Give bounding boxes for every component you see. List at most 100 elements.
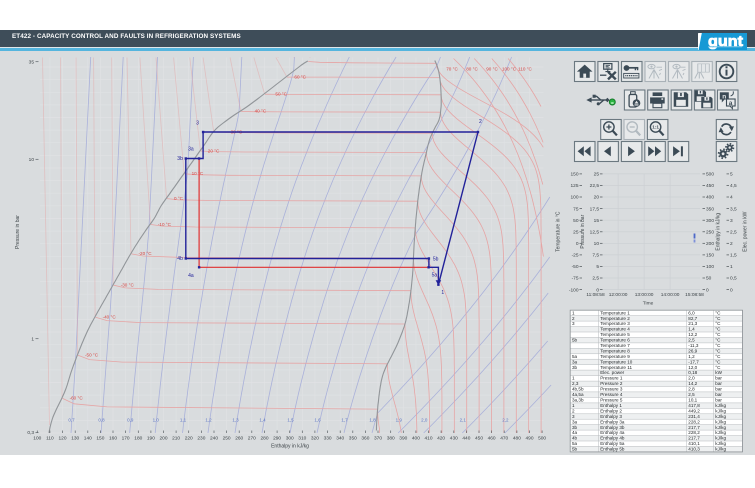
svg-text:2: 2 bbox=[572, 316, 575, 321]
svg-text:5: 5 bbox=[730, 172, 733, 178]
svg-text:kJ/kg: kJ/kg bbox=[715, 408, 726, 413]
svg-text:10,1: 10,1 bbox=[688, 398, 697, 403]
svg-text:2,8: 2,8 bbox=[688, 387, 695, 392]
svg-text:82,7: 82,7 bbox=[688, 316, 697, 321]
svg-text:3: 3 bbox=[730, 218, 733, 224]
svg-text:220: 220 bbox=[185, 436, 193, 442]
svg-text:1: 1 bbox=[572, 310, 575, 315]
svg-text:25: 25 bbox=[594, 172, 600, 178]
svg-text:0 °C: 0 °C bbox=[174, 196, 184, 201]
svg-text:Enthalpy in kJ/kg: Enthalpy in kJ/kg bbox=[271, 444, 309, 450]
svg-text:5a: 5a bbox=[572, 354, 578, 359]
svg-text:440: 440 bbox=[462, 436, 470, 442]
svg-text:n: n bbox=[722, 93, 726, 100]
svg-text:-40 °C: -40 °C bbox=[103, 315, 117, 320]
svg-text:12:00:00: 12:00:00 bbox=[609, 292, 628, 298]
svg-text:kJ/kg: kJ/kg bbox=[715, 403, 726, 408]
svg-text:°C: °C bbox=[715, 348, 721, 353]
svg-text:-25: -25 bbox=[572, 253, 579, 259]
svg-text:200: 200 bbox=[706, 241, 714, 247]
svg-text:4a: 4a bbox=[572, 430, 578, 435]
svg-text:gunt: gunt bbox=[708, 33, 743, 50]
svg-text:140: 140 bbox=[84, 436, 92, 442]
svg-text:Pressure 3: Pressure 3 bbox=[600, 387, 623, 392]
svg-text:-17,7: -17,7 bbox=[688, 359, 699, 364]
svg-text:15:08:58: 15:08:58 bbox=[685, 292, 704, 298]
svg-text:350: 350 bbox=[349, 436, 357, 442]
svg-text:-20 °C: -20 °C bbox=[139, 251, 153, 256]
svg-text:-30 °C: -30 °C bbox=[121, 283, 135, 288]
svg-text:4,5: 4,5 bbox=[730, 183, 737, 189]
svg-text:250: 250 bbox=[706, 229, 714, 235]
svg-text:Enthalpy 1: Enthalpy 1 bbox=[600, 403, 622, 408]
svg-text:410: 410 bbox=[424, 436, 432, 442]
svg-text:-60 °C: -60 °C bbox=[70, 396, 84, 401]
svg-text:Temperature 11: Temperature 11 bbox=[600, 365, 632, 370]
svg-text:Pressure in bar: Pressure in bar bbox=[15, 215, 21, 249]
svg-text:2,5: 2,5 bbox=[688, 392, 695, 397]
svg-text:430: 430 bbox=[450, 436, 458, 442]
svg-text:Elec. power in kW: Elec. power in kW bbox=[743, 211, 749, 251]
svg-text:17,5: 17,5 bbox=[590, 206, 600, 212]
svg-text:13:00:00: 13:00:00 bbox=[635, 292, 654, 298]
svg-text:260: 260 bbox=[235, 436, 243, 442]
svg-text:500: 500 bbox=[538, 436, 546, 442]
svg-text:-75: -75 bbox=[572, 276, 579, 282]
svg-text:1,9: 1,9 bbox=[396, 418, 403, 423]
svg-text:5a: 5a bbox=[432, 273, 438, 279]
svg-text:3a,3b: 3a,3b bbox=[572, 398, 584, 403]
svg-text:50: 50 bbox=[706, 276, 712, 282]
svg-text:Temperature 7: Temperature 7 bbox=[600, 343, 630, 348]
svg-text:Temperature 1: Temperature 1 bbox=[600, 310, 630, 315]
svg-text:Enthalpy 3b: Enthalpy 3b bbox=[600, 425, 625, 430]
svg-text:100: 100 bbox=[706, 264, 714, 270]
svg-text:5b: 5b bbox=[433, 256, 439, 262]
svg-text:1,4: 1,4 bbox=[259, 418, 266, 423]
svg-text:35: 35 bbox=[29, 59, 35, 65]
svg-text:°C: °C bbox=[715, 343, 721, 348]
svg-text:Enthalpy in kJ/kg: Enthalpy in kJ/kg bbox=[716, 213, 722, 251]
svg-text:°C: °C bbox=[715, 338, 721, 343]
svg-text:15: 15 bbox=[594, 218, 600, 224]
svg-text:2: 2 bbox=[479, 119, 482, 125]
svg-text:°C: °C bbox=[715, 332, 721, 337]
svg-text:1,8: 1,8 bbox=[369, 418, 376, 423]
svg-text:3: 3 bbox=[196, 121, 199, 127]
svg-text:449,2: 449,2 bbox=[688, 408, 700, 413]
svg-text:410,3: 410,3 bbox=[688, 447, 700, 452]
svg-text:-100: -100 bbox=[569, 287, 579, 293]
svg-text:Temperature 4: Temperature 4 bbox=[600, 327, 630, 332]
svg-text:100 °C: 100 °C bbox=[502, 67, 517, 72]
svg-text:470: 470 bbox=[500, 436, 508, 442]
svg-text:280: 280 bbox=[260, 436, 268, 442]
svg-text:110 °C: 110 °C bbox=[518, 67, 532, 72]
svg-text:4a: 4a bbox=[188, 273, 194, 279]
svg-text:bar: bar bbox=[715, 387, 722, 392]
svg-text:380: 380 bbox=[387, 436, 395, 442]
svg-text:12,2: 12,2 bbox=[688, 332, 697, 337]
svg-text:kJ/kg: kJ/kg bbox=[715, 447, 726, 452]
svg-text:190: 190 bbox=[147, 436, 155, 442]
svg-text:300: 300 bbox=[706, 218, 714, 224]
svg-text:Temperature 3: Temperature 3 bbox=[600, 321, 630, 326]
svg-text:20 °C: 20 °C bbox=[208, 148, 220, 153]
svg-text:Pressure 5: Pressure 5 bbox=[600, 398, 623, 403]
svg-text:2,5: 2,5 bbox=[688, 338, 695, 343]
svg-text:10: 10 bbox=[594, 241, 600, 247]
svg-text:Enthalpy 4a: Enthalpy 4a bbox=[600, 430, 625, 435]
svg-text:480: 480 bbox=[513, 436, 521, 442]
svg-text:°C: °C bbox=[715, 316, 721, 321]
svg-text:2,0: 2,0 bbox=[688, 376, 695, 381]
svg-text:125: 125 bbox=[570, 183, 578, 189]
svg-text:0,7: 0,7 bbox=[68, 418, 75, 423]
svg-text:460: 460 bbox=[488, 436, 496, 442]
svg-text:-50: -50 bbox=[572, 264, 579, 270]
svg-text:2,5: 2,5 bbox=[592, 276, 599, 282]
svg-text:0,18: 0,18 bbox=[688, 370, 697, 375]
svg-text:450: 450 bbox=[706, 183, 714, 189]
svg-text:2,1: 2,1 bbox=[460, 418, 467, 423]
svg-text:1,7: 1,7 bbox=[341, 418, 348, 423]
svg-text:7,5: 7,5 bbox=[592, 253, 599, 259]
svg-text:kJ/kg: kJ/kg bbox=[715, 414, 726, 419]
svg-text:120: 120 bbox=[58, 436, 66, 442]
